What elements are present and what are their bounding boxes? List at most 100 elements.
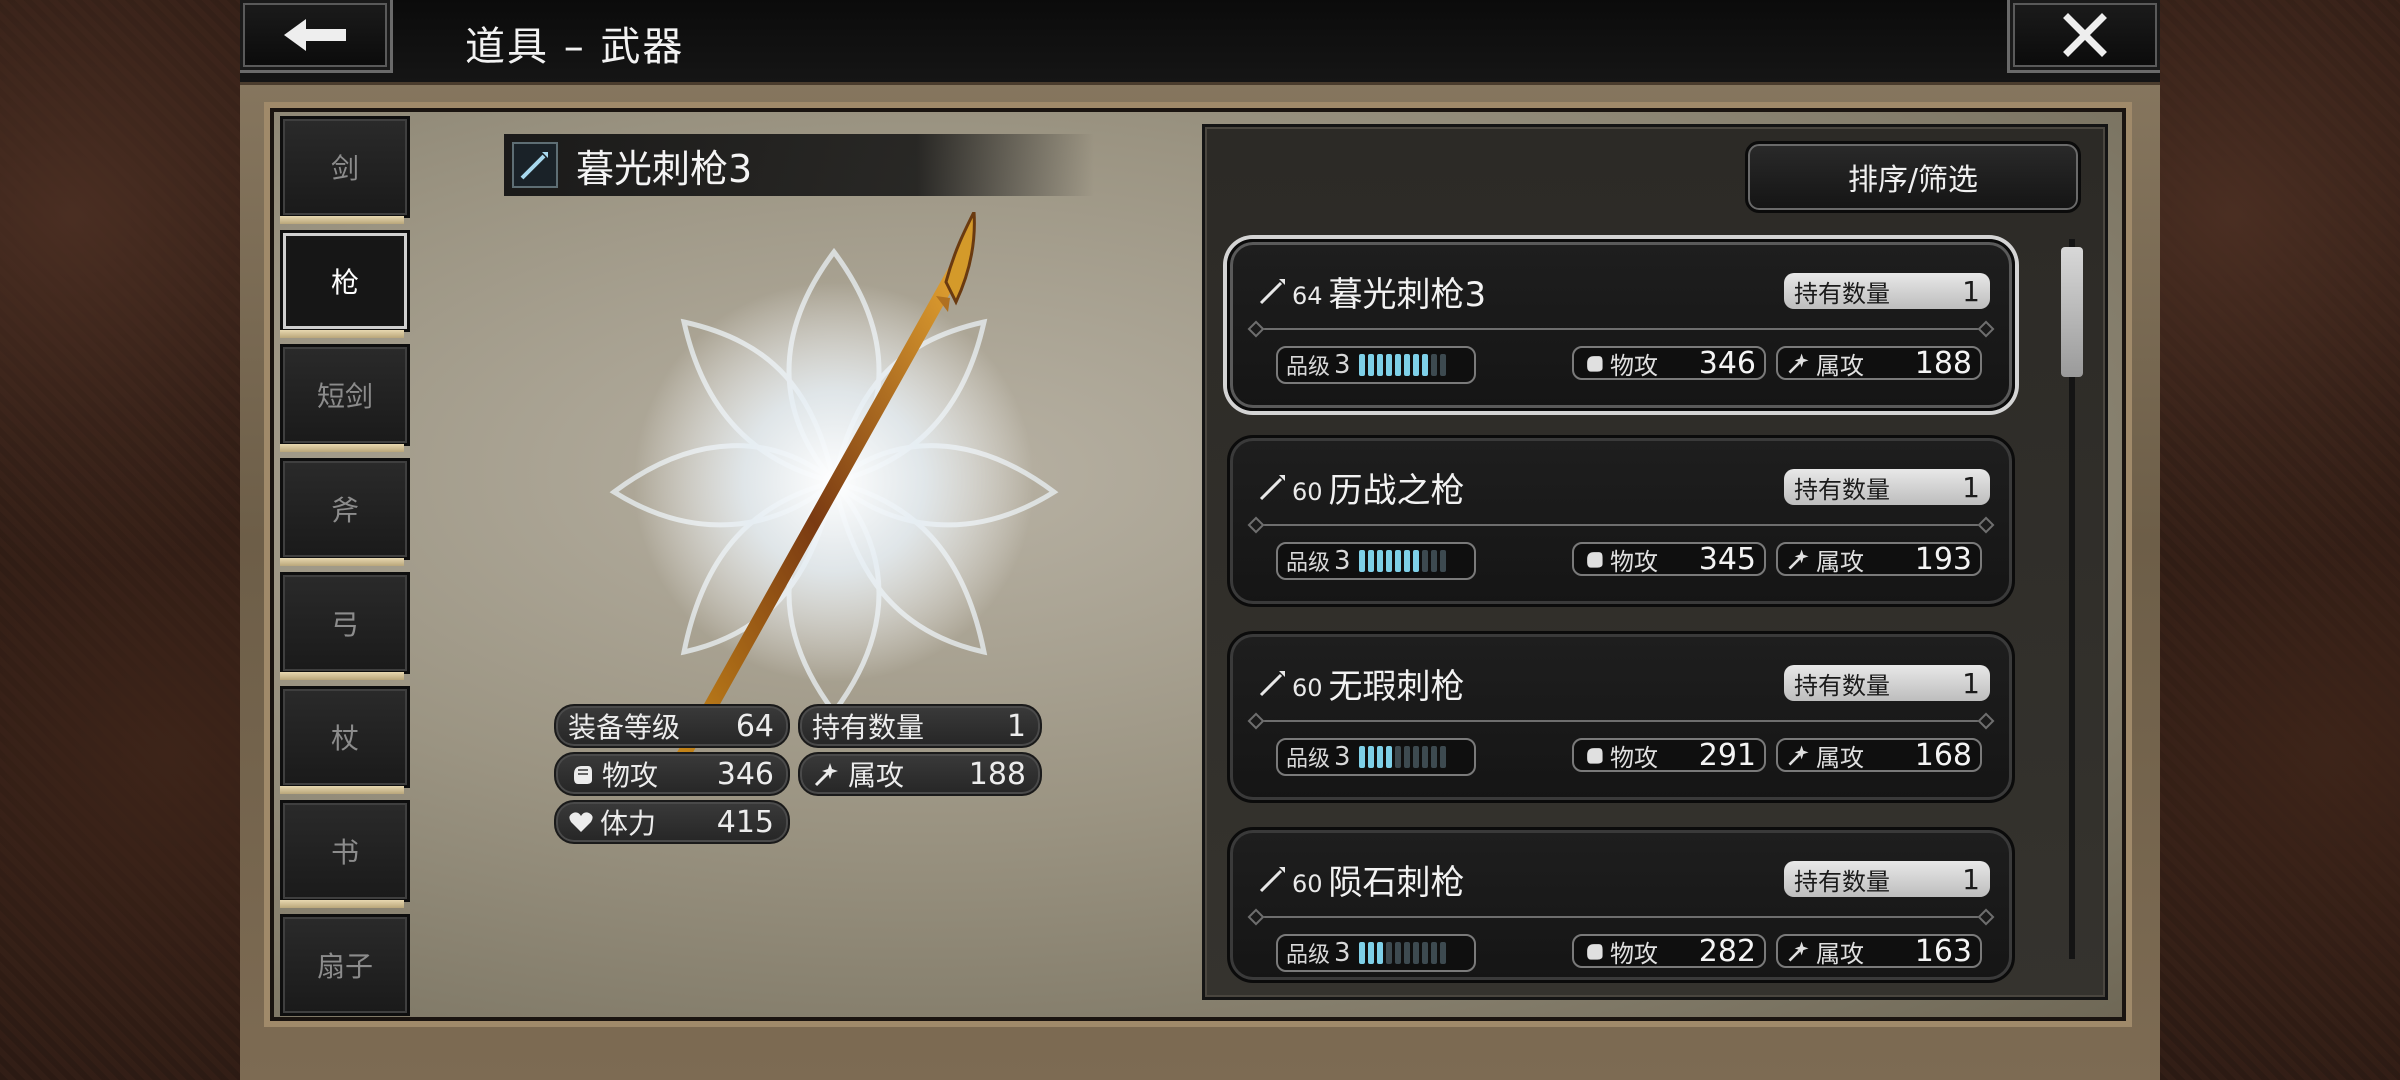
hp-label: 体力 — [600, 807, 657, 840]
quantity-value: 1 — [1962, 470, 1980, 504]
grade-segment — [1403, 942, 1410, 964]
quantity-label: 持有数量 — [1794, 279, 1890, 308]
grade-segment — [1376, 746, 1383, 768]
grade-segment — [1376, 354, 1383, 376]
quantity-pill: 持有数量 1 — [1784, 469, 1990, 505]
grade-bar — [1358, 550, 1446, 572]
grade-segment — [1367, 354, 1374, 376]
tab-label: 剑 — [330, 152, 359, 185]
weapon-list-item[interactable]: 60 历战之枪 持有数量 1 品级 3 物攻 345 属攻 193 — [1227, 435, 2015, 607]
tab-bow[interactable]: 弓 — [280, 572, 410, 674]
magic-sparkle-icon — [1788, 549, 1809, 570]
card-header: 64 暮光刺枪3 持有数量 1 — [1256, 268, 1990, 315]
page-title: 道具 – 武器 — [465, 24, 685, 70]
weapon-list-item[interactable]: 64 暮光刺枪3 持有数量 1 品级 3 物攻 346 属攻 188 — [1227, 239, 2015, 411]
elemental-attack-value: 168 — [1914, 737, 1972, 773]
quantity-pill: 持有数量 1 — [1784, 861, 1990, 897]
card-divider — [1256, 720, 1986, 722]
scrollbar-thumb[interactable] — [2061, 247, 2083, 377]
item-name: 陨石刺枪 — [1328, 862, 1465, 903]
sort-filter-button[interactable]: 排序/筛选 — [1745, 141, 2081, 213]
elemental-attack-label: 属攻 — [1816, 939, 1864, 968]
physical-attack-value: 345 — [1698, 541, 1756, 577]
grade-segment — [1358, 942, 1365, 964]
elemental-attack-label-wrap: 属攻 — [1786, 542, 1864, 577]
grade-bar — [1358, 354, 1446, 376]
spear-icon — [1256, 666, 1290, 700]
card-stats: 品级 3 物攻 291 属攻 168 — [1276, 738, 1990, 778]
elemental-attack-label: 属攻 — [1816, 351, 1864, 380]
grade-segment — [1421, 942, 1428, 964]
grade-segment — [1439, 746, 1446, 768]
tab-sword[interactable]: 剑 — [280, 116, 410, 218]
item-name: 历战之枪 — [1328, 470, 1465, 511]
tab-separator — [280, 216, 404, 224]
elemental-attack-label-wrap: 属攻 — [812, 754, 904, 794]
card-stats: 品级 3 物攻 346 属攻 188 — [1276, 346, 1990, 386]
tab-axe[interactable]: 斧 — [280, 458, 410, 560]
tab-staff[interactable]: 杖 — [280, 686, 410, 788]
quantity-stat: 持有数量 1 — [798, 704, 1042, 748]
tab-label: 短剑 — [316, 380, 373, 413]
grade-segment — [1367, 550, 1374, 572]
inventory-window: 道具 – 武器 剑 枪 短剑 斧 弓 杖 书 扇子 暮光刺枪3 装备等级 64 … — [240, 0, 2160, 1080]
spear-icon — [1256, 862, 1290, 896]
quantity-label: 持有数量 — [1794, 475, 1890, 504]
grade-segment — [1412, 942, 1419, 964]
tab-dagger[interactable]: 短剑 — [280, 344, 410, 446]
elemental-attack-label-wrap: 属攻 — [1786, 934, 1864, 969]
tab-label: 杖 — [330, 722, 359, 755]
grade-pill: 品级 3 — [1276, 542, 1476, 580]
grade-segment — [1430, 746, 1437, 768]
card-header: 60 历战之枪 持有数量 1 — [1256, 464, 1990, 511]
grade-label: 品级 — [1286, 551, 1331, 576]
weapon-list-item[interactable]: 60 陨石刺枪 持有数量 1 品级 3 物攻 282 属攻 163 — [1227, 827, 2015, 983]
selected-item-name-bar: 暮光刺枪3 — [504, 134, 1094, 196]
tab-separator — [280, 786, 404, 794]
elemental-attack-label: 属攻 — [1816, 547, 1864, 576]
grade-segment — [1376, 550, 1383, 572]
tab-spear[interactable]: 枪 — [280, 230, 410, 332]
grade-segment — [1385, 942, 1392, 964]
left-backdrop — [0, 0, 240, 1080]
elemental-attack-label-wrap: 属攻 — [1786, 738, 1864, 773]
tab-fan[interactable]: 扇子 — [280, 914, 410, 1016]
elemental-attack-stat: 属攻 188 — [798, 752, 1042, 796]
weapon-category-tabs: 剑 枪 短剑 斧 弓 杖 书 扇子 — [274, 112, 412, 1017]
grade-segment — [1403, 354, 1410, 376]
hp-value: 415 — [716, 804, 774, 840]
physical-attack-stat: 物攻 346 — [554, 752, 790, 796]
back-button[interactable] — [240, 0, 393, 73]
grade-pill: 品级 3 — [1276, 934, 1476, 972]
card-stats: 品级 3 物攻 282 属攻 163 — [1276, 934, 1990, 974]
tab-book[interactable]: 书 — [280, 800, 410, 902]
tab-label: 书 — [330, 836, 359, 869]
close-x-icon — [2063, 13, 2107, 57]
close-button[interactable] — [2007, 0, 2160, 73]
grade-value: 3 — [1334, 350, 1351, 380]
grade-segment — [1385, 550, 1392, 572]
grade-segment — [1358, 746, 1365, 768]
grade-segment — [1385, 354, 1392, 376]
physical-attack-value: 346 — [716, 756, 774, 792]
quantity-label: 持有数量 — [1794, 671, 1890, 700]
spear-icon — [512, 142, 558, 188]
elemental-attack-pill: 属攻 168 — [1776, 737, 1982, 773]
elemental-attack-pill: 属攻 163 — [1776, 934, 1982, 969]
grade-segment — [1430, 550, 1437, 572]
item-name: 无瑕刺枪 — [1328, 666, 1465, 707]
grade-segment — [1439, 354, 1446, 376]
weapon-list-item[interactable]: 60 无瑕刺枪 持有数量 1 品级 3 物攻 291 属攻 168 — [1227, 631, 2015, 803]
physical-attack-label-wrap: 物攻 — [568, 754, 658, 794]
magic-sparkle-icon — [814, 763, 838, 787]
item-level: 60 — [1292, 478, 1323, 506]
grade-label: 品级 — [1286, 943, 1331, 968]
grade-value: 3 — [1334, 938, 1351, 968]
quantity-value: 1 — [1962, 666, 1980, 700]
card-divider — [1256, 328, 1986, 330]
weapon-list-panel: 排序/筛选 64 暮光刺枪3 持有数量 1 品级 3 物攻 346 属攻 188… — [1202, 124, 2108, 1000]
card-header: 60 陨石刺枪 持有数量 1 — [1256, 856, 1990, 903]
grade-segment — [1394, 354, 1401, 376]
physical-attack-pill: 物攻 291 — [1572, 738, 1766, 773]
physical-attack-label: 物攻 — [1610, 351, 1658, 380]
